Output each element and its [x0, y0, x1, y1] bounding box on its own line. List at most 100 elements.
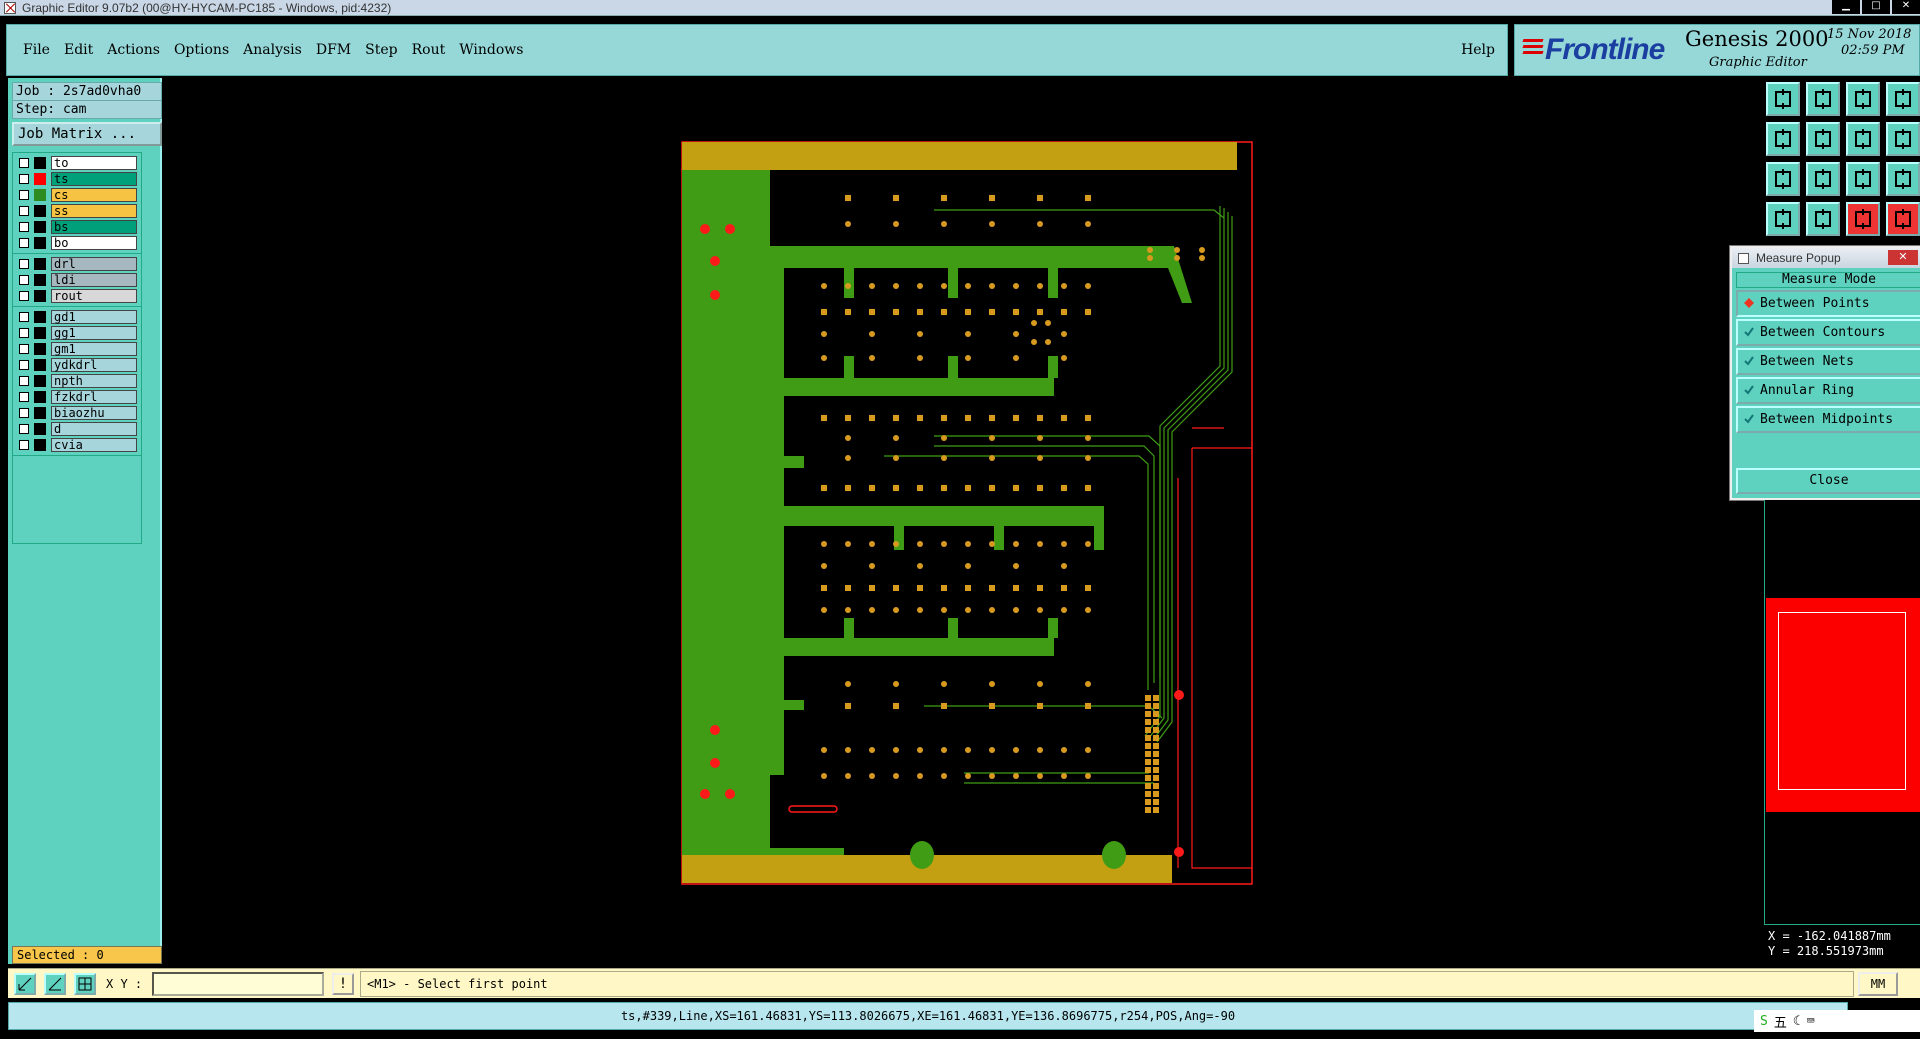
- layer-checkbox[interactable]: [19, 360, 29, 370]
- overview-map[interactable]: [1766, 598, 1920, 812]
- measure-icon[interactable]: [1766, 202, 1800, 236]
- question-icon[interactable]: [1886, 162, 1920, 196]
- layer-checkbox[interactable]: [19, 275, 29, 285]
- layer-color-swatch[interactable]: [34, 157, 46, 169]
- option-between-nets[interactable]: Between Nets: [1736, 348, 1920, 375]
- layer-name[interactable]: cs: [51, 188, 137, 202]
- layer-checkbox[interactable]: [19, 328, 29, 338]
- layer-name[interactable]: rout: [51, 289, 137, 303]
- layer-row[interactable]: drl: [13, 256, 141, 272]
- layer-checkbox[interactable]: [19, 190, 29, 200]
- layer-row[interactable]: ss: [13, 203, 141, 219]
- probe-icon[interactable]: [1806, 202, 1840, 236]
- layer-row[interactable]: npth: [13, 373, 141, 389]
- maximize-button[interactable]: □: [1862, 0, 1890, 14]
- layer-color-swatch[interactable]: [34, 189, 46, 201]
- layer-checkbox[interactable]: [19, 424, 29, 434]
- layer-name[interactable]: bs: [51, 220, 137, 234]
- layer-color-swatch[interactable]: [34, 274, 46, 286]
- layer-checkbox[interactable]: [19, 291, 29, 301]
- layer-row[interactable]: gm1: [13, 341, 141, 357]
- layer-checkbox[interactable]: [19, 344, 29, 354]
- minimize-button[interactable]: ▁: [1832, 0, 1860, 14]
- menu-help[interactable]: Help: [1461, 42, 1495, 58]
- layer-color-swatch[interactable]: [34, 327, 46, 339]
- layer-name[interactable]: drl: [51, 257, 137, 271]
- layer-color-swatch[interactable]: [34, 311, 46, 323]
- moon-icon[interactable]: ☾: [1793, 1014, 1801, 1029]
- layer-row[interactable]: gd1: [13, 309, 141, 325]
- layer-name[interactable]: bo: [51, 236, 137, 250]
- window-icon[interactable]: [1886, 82, 1920, 116]
- layer-color-swatch[interactable]: [34, 423, 46, 435]
- layer-row[interactable]: biaozhu: [13, 405, 141, 421]
- ime-icon[interactable]: S: [1760, 1014, 1768, 1029]
- layer-row[interactable]: ldi: [13, 272, 141, 288]
- layer-row[interactable]: cs: [13, 187, 141, 203]
- menu-step[interactable]: Step: [365, 42, 397, 58]
- net-icon[interactable]: [1846, 202, 1880, 236]
- layer-name[interactable]: gm1: [51, 342, 137, 356]
- menu-windows[interactable]: Windows: [459, 42, 523, 58]
- layer-row[interactable]: bo: [13, 235, 141, 251]
- layer-name[interactable]: ldi: [51, 273, 137, 287]
- layer-color-swatch[interactable]: [34, 391, 46, 403]
- option-annular-ring[interactable]: Annular Ring: [1736, 377, 1920, 404]
- menu-options[interactable]: Options: [174, 42, 229, 58]
- ratio-icon[interactable]: [1846, 162, 1880, 196]
- layer-row[interactable]: d: [13, 421, 141, 437]
- graphics-canvas[interactable]: [164, 78, 1764, 962]
- layer-color-swatch[interactable]: [34, 290, 46, 302]
- fit-icon[interactable]: [1766, 162, 1800, 196]
- layer-row[interactable]: to: [13, 155, 141, 171]
- layer-color-swatch[interactable]: [34, 205, 46, 217]
- layer-checkbox[interactable]: [19, 222, 29, 232]
- zoom-home-icon[interactable]: [1766, 82, 1800, 116]
- layer-row[interactable]: cvia: [13, 437, 141, 453]
- popup-close-button[interactable]: Close: [1736, 468, 1920, 494]
- layer-checkbox[interactable]: [19, 206, 29, 216]
- layer-color-swatch[interactable]: [34, 375, 46, 387]
- layer-checkbox[interactable]: [19, 238, 29, 248]
- menu-edit[interactable]: Edit: [64, 42, 93, 58]
- layer-color-swatch[interactable]: [34, 237, 46, 249]
- layer-row[interactable]: fzkdrl: [13, 389, 141, 405]
- layer-name[interactable]: to: [51, 156, 137, 170]
- menu-dfm[interactable]: DFM: [316, 42, 351, 58]
- center-icon[interactable]: [1806, 162, 1840, 196]
- layer-row[interactable]: ydkdrl: [13, 357, 141, 373]
- layer-checkbox[interactable]: [19, 259, 29, 269]
- layer-name[interactable]: cvia: [51, 438, 137, 452]
- angle-icon[interactable]: [44, 973, 66, 995]
- layer-checkbox[interactable]: [19, 392, 29, 402]
- zoom-in-icon[interactable]: [1806, 82, 1840, 116]
- layer-row[interactable]: bs: [13, 219, 141, 235]
- option-between-midpoints[interactable]: Between Midpoints: [1736, 406, 1920, 433]
- info-icon[interactable]: !: [332, 973, 354, 995]
- layer-checkbox[interactable]: [19, 174, 29, 184]
- layer-row[interactable]: gg1: [13, 325, 141, 341]
- layer-row[interactable]: ts: [13, 171, 141, 187]
- layer-name[interactable]: biaozhu: [51, 406, 137, 420]
- popup-close-icon[interactable]: ✕: [1888, 250, 1918, 265]
- option-between-contours[interactable]: Between Contours: [1736, 319, 1920, 346]
- layer-name[interactable]: npth: [51, 374, 137, 388]
- keyboard-icon[interactable]: ⌨: [1807, 1014, 1815, 1029]
- layer-checkbox[interactable]: [19, 312, 29, 322]
- units-button[interactable]: MM: [1858, 972, 1898, 996]
- snap-right-icon[interactable]: [1886, 122, 1920, 156]
- layer-name[interactable]: ydkdrl: [51, 358, 137, 372]
- layer-color-swatch[interactable]: [34, 407, 46, 419]
- layer-name[interactable]: ss: [51, 204, 137, 218]
- grid-icon[interactable]: [74, 973, 96, 995]
- layer-color-swatch[interactable]: [34, 439, 46, 451]
- layer-name[interactable]: ts: [51, 172, 137, 186]
- pan-right-icon[interactable]: [1806, 122, 1840, 156]
- layer-name[interactable]: fzkdrl: [51, 390, 137, 404]
- close-window-button[interactable]: ✕: [1892, 0, 1920, 14]
- option-between-points[interactable]: Between Points: [1736, 290, 1920, 317]
- layer-checkbox[interactable]: [19, 158, 29, 168]
- layer-checkbox[interactable]: [19, 376, 29, 386]
- layer-row[interactable]: rout: [13, 288, 141, 304]
- job-matrix-button[interactable]: Job Matrix ...: [12, 122, 162, 146]
